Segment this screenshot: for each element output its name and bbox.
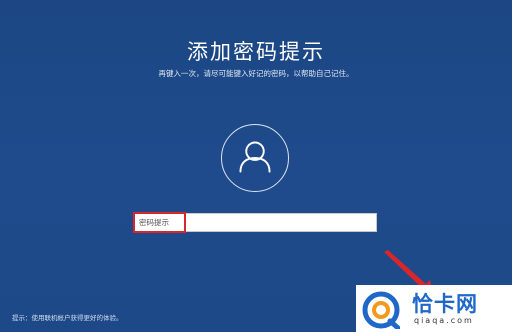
qiaqa-logo-icon — [362, 291, 400, 329]
page-title: 添加密码提示 — [187, 40, 325, 64]
watermark-name: 恰卡网 — [412, 292, 478, 316]
password-hint-input[interactable] — [134, 213, 377, 232]
setup-screen: 添加密码提示 再键入一次，请尽可能键入好记的密码，以帮助自己记住。 提示：使用联… — [0, 0, 512, 332]
watermark-domain: qiaqa.com — [414, 316, 474, 325]
watermark: 恰卡网 qiaqa.com — [356, 285, 512, 332]
avatar — [221, 124, 289, 192]
footer-note: 提示：使用联机帐户获得更好的体验。 — [12, 314, 123, 322]
page-subtitle: 再键入一次，请尽可能键入好记的密码，以帮助自己记住。 — [158, 69, 354, 78]
user-icon — [239, 141, 271, 173]
